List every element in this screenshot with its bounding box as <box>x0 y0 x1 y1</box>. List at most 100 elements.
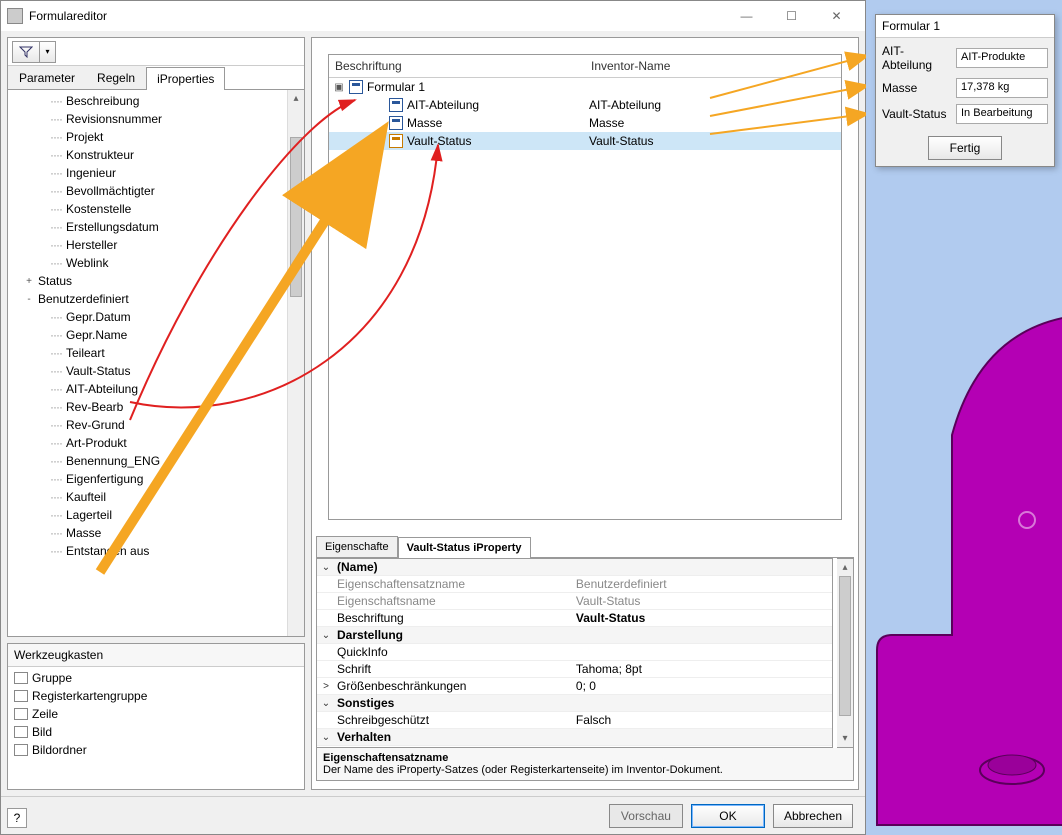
popup-field-value[interactable]: 17,378 kg <box>956 78 1048 98</box>
tree-item[interactable]: ····Rev-Grund <box>8 416 287 434</box>
popup-field-value[interactable]: In Bearbeitung <box>956 104 1048 124</box>
toolbox-item[interactable]: Registerkartengruppe <box>10 687 302 705</box>
tree-item[interactable]: ····Vault-Status <box>8 362 287 380</box>
popup-field-label: AIT-Abteilung <box>882 44 950 72</box>
form-preview-popup[interactable]: Formular 1 AIT-Abteilung AIT-Produkte Mass… <box>875 14 1055 167</box>
tree-item[interactable]: ····Projekt <box>8 128 287 146</box>
tree-item[interactable]: ····Revisionsnummer <box>8 110 287 128</box>
prop-row[interactable]: EigenschaftensatznameBenutzerdefiniert <box>317 576 832 593</box>
prop-row[interactable]: SchreibgeschütztFalsch <box>317 712 832 729</box>
toolbox-item[interactable]: Bild <box>10 723 302 741</box>
tree-item[interactable]: ····Gepr.Datum <box>8 308 287 326</box>
tree-item[interactable]: ····Kaufteil <box>8 488 287 506</box>
prop-category[interactable]: ⌄Verhalten <box>317 729 832 746</box>
propgrid-scrollbar[interactable]: ▴ ▾ <box>837 558 854 748</box>
prop-category[interactable]: ⌄(Name) <box>317 559 832 576</box>
tree-item[interactable]: ····Benennung_ENG <box>8 452 287 470</box>
field-icon <box>389 116 403 130</box>
toolbox-item[interactable]: Bildordner <box>10 741 302 759</box>
tree-item[interactable]: ····Art-Produkt <box>8 434 287 452</box>
ok-button[interactable]: OK <box>691 804 765 828</box>
popup-done-button[interactable]: Fertig <box>928 136 1002 160</box>
toolbox-item-icon <box>14 726 28 738</box>
close-button[interactable]: ✕ <box>814 2 859 30</box>
popup-field-row: Vault-Status In Bearbeitung <box>876 98 1054 124</box>
popup-field-row: Masse 17,378 kg <box>876 72 1054 98</box>
titlebar[interactable]: Formulareditor — ☐ ✕ <box>1 1 865 31</box>
filter-button[interactable] <box>12 41 40 63</box>
preview-button[interactable]: Vorschau <box>609 804 683 828</box>
tree-item[interactable]: ····Bevollmächtigter <box>8 182 287 200</box>
property-tabs: Eigenschafte Vault-Status iProperty <box>316 536 854 558</box>
tree-item[interactable]: ····Entstanden aus <box>8 542 287 560</box>
form-design-panel: Beschriftung Inventor-Name ▣Formular 1AI… <box>311 37 859 790</box>
property-grid[interactable]: ⌄(Name)EigenschaftensatznameBenutzerdefi… <box>316 558 833 748</box>
tree-item[interactable]: ····Lagerteil <box>8 506 287 524</box>
tree-item[interactable]: ····Hersteller <box>8 236 287 254</box>
tab-regeln[interactable]: Regeln <box>86 66 146 89</box>
popup-field-label: Masse <box>882 81 950 95</box>
popup-field-value[interactable]: AIT-Produkte <box>956 48 1048 68</box>
funnel-icon <box>19 46 33 58</box>
prop-row[interactable]: QuickInfo <box>317 644 832 661</box>
tab-parameter[interactable]: Parameter <box>8 66 86 89</box>
tree-item[interactable]: ····Rev-Bearb <box>8 398 287 416</box>
iproperties-tree[interactable]: ····Beschreibung····Revisionsnummer····P… <box>8 90 287 636</box>
tree-item[interactable]: ····Eigenfertigung <box>8 470 287 488</box>
help-button[interactable]: ? <box>7 808 27 828</box>
left-tabs: Parameter Regeln iProperties <box>8 66 304 90</box>
toolbox-item-icon <box>14 672 28 684</box>
tree-item[interactable]: ····Kostenstelle <box>8 200 287 218</box>
tree-item[interactable]: +Status <box>8 272 287 290</box>
toolbox-item-icon <box>14 744 28 756</box>
grid-row[interactable]: ▸Vault-StatusVault-Status <box>329 132 841 150</box>
maximize-button[interactable]: ☐ <box>769 2 814 30</box>
app-icon <box>7 8 23 24</box>
prop-row[interactable]: >Größenbeschränkungen0; 0 <box>317 678 832 695</box>
tab-iproperties[interactable]: iProperties <box>146 67 225 90</box>
popup-title: Formular 1 <box>876 15 1054 38</box>
prop-category[interactable]: ⌄Sonstiges <box>317 695 832 712</box>
col-beschriftung[interactable]: Beschriftung <box>329 55 585 77</box>
field-icon <box>389 98 403 112</box>
tree-item[interactable]: ····Gepr.Name <box>8 326 287 344</box>
prop-category[interactable]: ⌄Darstellung <box>317 627 832 644</box>
window-title: Formulareditor <box>29 9 724 23</box>
property-description: Eigenschaftensatzname Der Name des iProp… <box>316 748 854 781</box>
toolbox-title: Werkzeugkasten <box>8 644 304 667</box>
grid-root-row[interactable]: ▣Formular 1 <box>329 78 841 96</box>
field-icon <box>389 134 403 148</box>
formulareditor-window: Formulareditor — ☐ ✕ ▾ Parameter Regeln … <box>0 0 866 835</box>
form-tree-grid[interactable]: Beschriftung Inventor-Name ▣Formular 1AI… <box>328 54 842 520</box>
ptab-eigenschaften[interactable]: Eigenschafte <box>316 536 398 557</box>
prop-row[interactable]: EigenschaftsnameVault-Status <box>317 593 832 610</box>
popup-field-label: Vault-Status <box>882 107 950 121</box>
tree-scrollbar[interactable]: ▴ <box>287 90 304 636</box>
prop-row[interactable]: BeschriftungVault-Status <box>317 610 832 627</box>
prop-row[interactable]: SchriftTahoma; 8pt <box>317 661 832 678</box>
cancel-button[interactable]: Abbrechen <box>773 804 853 828</box>
tree-item[interactable]: -Benutzerdefiniert <box>8 290 287 308</box>
col-inventor-name[interactable]: Inventor-Name <box>585 55 841 77</box>
toolbox-list[interactable]: GruppeRegisterkartengruppeZeileBildBildo… <box>8 667 304 789</box>
tree-item[interactable]: ····Konstrukteur <box>8 146 287 164</box>
toolbox-item[interactable]: Zeile <box>10 705 302 723</box>
tree-item[interactable]: ····Ingenieur <box>8 164 287 182</box>
toolbox-item[interactable]: Gruppe <box>10 669 302 687</box>
tree-item[interactable]: ····Weblink <box>8 254 287 272</box>
toolbox-item-icon <box>14 708 28 720</box>
toolbox-item-icon <box>14 690 28 702</box>
ptab-iproperty[interactable]: Vault-Status iProperty <box>398 537 531 558</box>
grid-row[interactable]: MasseMasse <box>329 114 841 132</box>
tree-item[interactable]: ····Erstellungsdatum <box>8 218 287 236</box>
tree-item[interactable]: ····AIT-Abteilung <box>8 380 287 398</box>
dialog-footer: Vorschau OK Abbrechen <box>1 796 865 834</box>
filter-dropdown[interactable]: ▾ <box>40 41 56 63</box>
grid-row[interactable]: AIT-AbteilungAIT-Abteilung <box>329 96 841 114</box>
form-icon <box>349 80 363 94</box>
properties-panel: ▾ Parameter Regeln iProperties ····Besch… <box>7 37 305 637</box>
tree-item[interactable]: ····Teileart <box>8 344 287 362</box>
tree-item[interactable]: ····Beschreibung <box>8 92 287 110</box>
minimize-button[interactable]: — <box>724 2 769 30</box>
tree-item[interactable]: ····Masse <box>8 524 287 542</box>
